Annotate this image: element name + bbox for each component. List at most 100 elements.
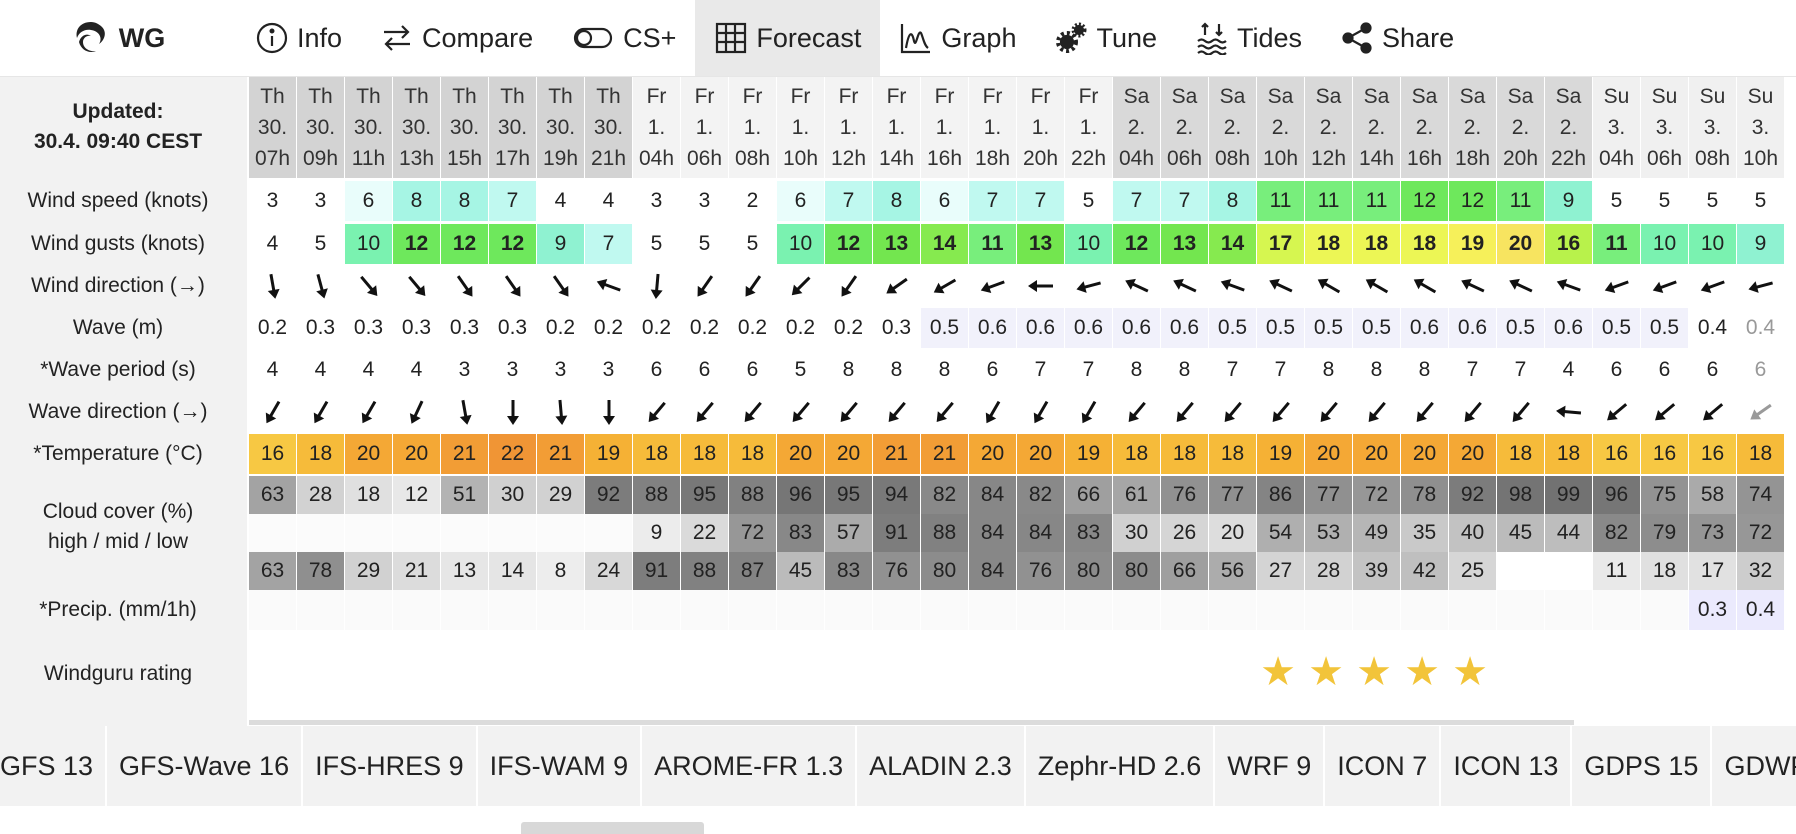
model-tab[interactable]: GFS 13 <box>0 726 108 806</box>
star-icon: ★ <box>1308 650 1344 694</box>
model-tab[interactable]: IFS-HRES 9 <box>303 726 478 806</box>
temperature-cell: 18 <box>633 434 680 474</box>
cloud-mid-cell: 83 <box>777 514 824 552</box>
wave-arrow-icon <box>409 400 423 424</box>
temperature-cell: 19 <box>1065 434 1112 474</box>
wave-period-cell: 7 <box>1514 358 1527 381</box>
wave-direction-cell <box>729 392 776 432</box>
header-hour: 14h <box>878 147 915 170</box>
header-hour: 21h <box>590 147 627 170</box>
header-date: 2. <box>1415 116 1434 139</box>
wind-speed-cell: 8 <box>393 181 440 221</box>
column-header: Sa 2. 14h <box>1353 77 1400 178</box>
wind-speed-cell: 8 <box>441 181 488 221</box>
nav-cs-plus[interactable]: CS+ <box>552 0 695 76</box>
bottom-bar <box>0 806 1796 834</box>
model-tab[interactable]: WRF 9 <box>1215 726 1326 806</box>
wave-height-cell: 0.2 <box>585 308 632 348</box>
forecast-scrollbar[interactable] <box>249 720 1574 725</box>
header-hour: 11h <box>351 147 386 170</box>
bottom-scrollbar-thumb[interactable] <box>521 822 704 834</box>
model-tab[interactable]: ICON 7 <box>1325 726 1442 806</box>
header-hour: 07h <box>254 147 291 170</box>
cloud-low-cell: 14 <box>489 552 536 590</box>
cloud-high-cell: 88 <box>633 476 680 514</box>
wave-height-cell: 0.2 <box>633 308 680 348</box>
cloud-mid-cell: 84 <box>1017 514 1064 552</box>
wind-arrow-icon <box>980 280 1005 294</box>
wave-period-cell: 8 <box>842 358 855 381</box>
cloud-high-cell: 95 <box>681 476 728 514</box>
wave-arrow-icon <box>1176 401 1194 422</box>
windguru-swirl-icon <box>76 22 105 52</box>
wind-speed-cell: 7 <box>1113 181 1160 221</box>
windguru-logo[interactable]: WG <box>0 0 236 76</box>
cloud-high-cell: 29 <box>537 476 584 514</box>
nav-tides[interactable]: Tides <box>1176 0 1321 76</box>
model-tab[interactable]: GDPS 15 <box>1572 726 1713 806</box>
forecast-column: Sa 2. 14h 11 18 0.5 8 20 72 49 39 <box>1353 77 1400 637</box>
model-tab[interactable]: Zephr-HD 2.6 <box>1025 726 1216 806</box>
wind-arrow-icon <box>1075 281 1101 293</box>
wind-direction-cell <box>681 266 728 306</box>
header-date: 1. <box>935 116 954 139</box>
nav-graph[interactable]: Graph <box>880 0 1035 76</box>
precip-cell: 0.3 <box>1689 590 1736 630</box>
temperature-cell: 21 <box>921 434 968 474</box>
cloud-mid-cell <box>393 514 440 552</box>
wave-period-cell: 8 <box>890 358 903 381</box>
wave-period-cell: 3 <box>602 358 615 381</box>
header-date: 2. <box>1511 116 1530 139</box>
wave-arrow-icon <box>1702 403 1723 421</box>
cloud-high-cell: 92 <box>585 476 632 514</box>
wave-height-cell: 0.3 <box>873 308 920 348</box>
wave-period-cell: 3 <box>458 358 471 381</box>
wind-direction-cell <box>1257 266 1304 306</box>
header-hour: 06h <box>1166 147 1203 170</box>
wave-period-cell: 8 <box>1178 358 1191 381</box>
wave-period-cell: 8 <box>1322 358 1335 381</box>
grid-icon <box>716 22 747 54</box>
model-tab[interactable]: IFS-WAM 9 <box>477 726 643 806</box>
wind-gust-cell: 7 <box>585 224 632 264</box>
wind-arrow-icon <box>315 274 328 299</box>
wave-height-cell: 0.6 <box>1449 308 1496 348</box>
cloud-low-cell: 45 <box>777 552 824 590</box>
precip-cell <box>1497 590 1544 630</box>
wind-gust-cell: 13 <box>1017 224 1064 264</box>
wind-direction-cell <box>1641 266 1688 306</box>
cloud-high-cell: 77 <box>1209 476 1256 514</box>
header-hour: 18h <box>1454 147 1491 170</box>
wind-speed-cell: 5 <box>1641 181 1688 221</box>
wind-direction-cell <box>537 266 584 306</box>
forecast-column: Sa 2. 22h 9 16 0.6 4 18 99 44 <box>1545 77 1592 637</box>
wave-arrow-icon <box>1224 401 1242 422</box>
wave-arrow-icon <box>936 401 954 422</box>
header-day: Sa <box>1411 85 1438 108</box>
cloud-low-cell <box>1497 552 1544 590</box>
wave-height-cell: 0.2 <box>681 308 728 348</box>
wave-arrow-icon <box>1749 403 1772 420</box>
model-tab[interactable]: GDWPS 25 <box>1712 726 1796 806</box>
column-header: Sa 2. 06h <box>1161 77 1208 178</box>
model-tab[interactable]: ICON 13 <box>1441 726 1573 806</box>
cloud-low-cell: 11 <box>1593 552 1640 590</box>
model-tab[interactable]: AROME-FR 1.3 <box>642 726 858 806</box>
model-tab[interactable]: GFS-Wave 16 <box>107 726 304 806</box>
wind-direction-cell <box>1161 266 1208 306</box>
temperature-cell: 20 <box>777 434 824 474</box>
temperature-cell: 20 <box>1353 434 1400 474</box>
header-day: Su <box>1603 85 1630 108</box>
wind-arrow-icon <box>885 277 908 294</box>
nav-info[interactable]: Info <box>236 0 361 76</box>
nav-compare[interactable]: Compare <box>361 0 552 76</box>
nav-tune[interactable]: Tune <box>1035 0 1176 76</box>
forecast-column: Th 30. 11h 6 10 0.3 4 20 18 29 <box>345 77 392 637</box>
nav-share[interactable]: Share <box>1321 0 1473 76</box>
wave-direction-cell <box>297 392 344 432</box>
cloud-mid-cell: 82 <box>1593 514 1640 552</box>
wind-direction-cell <box>1065 266 1112 306</box>
wave-arrow-icon <box>1555 405 1581 418</box>
nav-forecast[interactable]: Forecast <box>695 0 881 76</box>
model-tab[interactable]: ALADIN 2.3 <box>857 726 1026 806</box>
